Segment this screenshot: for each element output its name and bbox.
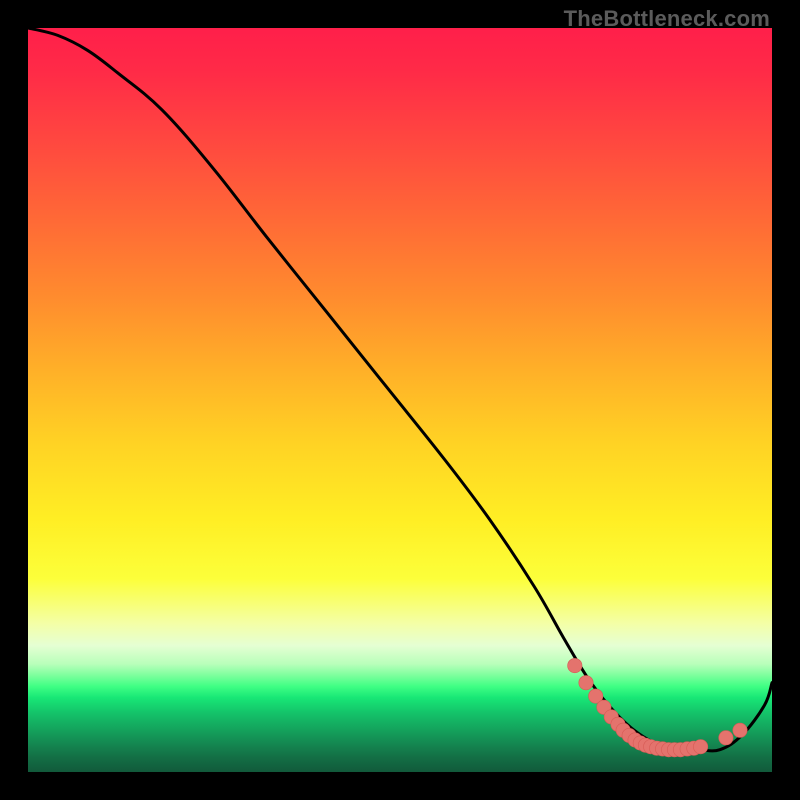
curve-marker <box>693 740 707 754</box>
curve-marker <box>719 731 733 745</box>
plot-area <box>28 28 772 772</box>
curve-marker <box>579 676 593 690</box>
bottleneck-curve <box>28 28 772 751</box>
curve-marker <box>568 658 582 672</box>
chart-stage: TheBottleneck.com <box>0 0 800 800</box>
curve-layer <box>28 28 772 772</box>
curve-marker <box>733 723 747 737</box>
